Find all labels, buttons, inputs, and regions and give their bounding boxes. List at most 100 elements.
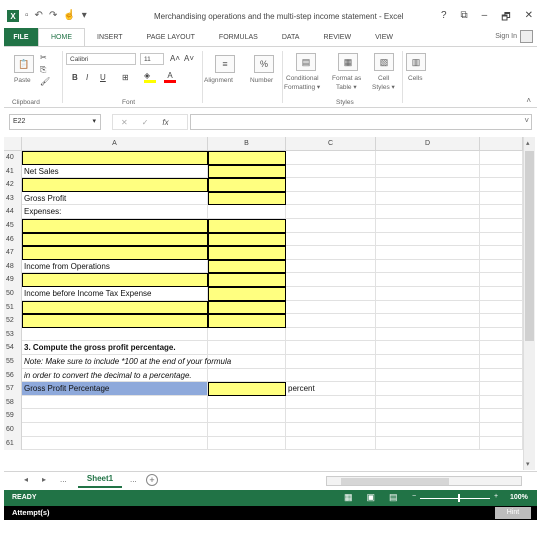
cell-e[interactable] [480,219,523,233]
formatting-label[interactable]: Formatting ▾ [284,83,320,91]
cell-b[interactable] [208,327,286,342]
cell-b[interactable] [208,395,286,410]
cell-e[interactable] [480,300,523,315]
cell-c[interactable] [286,423,376,437]
cell-c[interactable] [286,219,376,233]
cell-d[interactable] [376,178,480,192]
row-header[interactable]: 55 [4,355,22,369]
cell-c[interactable] [286,409,376,423]
cell-a[interactable] [22,300,208,315]
cell-e[interactable] [480,423,523,437]
row-header[interactable]: 60 [4,423,22,437]
cell-a[interactable] [22,327,208,342]
cell-c[interactable] [286,395,376,410]
column-header-a[interactable]: A [22,137,208,151]
row-header[interactable]: 41 [4,164,22,179]
chevron-down-icon[interactable]: ▾ [92,115,96,129]
row-header[interactable]: 40 [4,151,22,165]
customize-qat-icon[interactable]: ▾ [82,10,87,22]
format-as-table-icon[interactable]: ▦ [338,53,358,71]
cell-d[interactable] [376,219,480,233]
cell-a[interactable] [22,423,208,437]
borders-icon[interactable]: ⊞ [122,73,129,82]
cell-a[interactable]: Income from Operations [22,259,208,274]
cell-d[interactable] [376,423,480,437]
cell-d[interactable] [376,436,480,451]
tab-view[interactable]: VIEW [363,28,405,46]
cell-a[interactable] [22,395,208,410]
cut-icon[interactable]: ✂ [40,53,47,62]
cell-d[interactable] [376,246,480,260]
cell-b[interactable] [208,164,286,179]
cell-d[interactable] [376,273,480,287]
row-header[interactable]: 50 [4,287,22,301]
cell-a[interactable]: in order to convert the decimal to a per… [22,368,208,383]
column-header-e[interactable] [480,137,523,151]
bold-button[interactable]: B [72,73,78,82]
restore-icon[interactable]: 🗗 [501,10,510,27]
cell-a[interactable] [22,314,208,328]
cell-a[interactable] [22,232,208,247]
cell-a[interactable] [22,178,208,192]
cell-d[interactable] [376,355,480,369]
cell-b[interactable] [208,205,286,219]
copy-icon[interactable]: ⎘ [40,65,46,75]
cell-b[interactable] [208,355,286,369]
row-header[interactable]: 49 [4,273,22,287]
cell-a[interactable]: Gross Profit Percentage [22,382,208,396]
worksheet-grid[interactable]: A B C D 40 41 Net Sales 42 43 Gross Profit 44 E… [4,137,523,470]
cell-d[interactable] [376,341,480,355]
close-icon[interactable]: ✕ [525,10,533,27]
row-header[interactable]: 45 [4,219,22,233]
redo-icon[interactable]: ↷ [49,10,57,22]
row-header[interactable]: 46 [4,232,22,247]
tab-file[interactable]: FILE [4,28,38,46]
cell-b[interactable] [208,178,286,192]
row-header[interactable]: 54 [4,341,22,355]
cell-b[interactable] [208,259,286,274]
touch-mode-icon[interactable]: ☝ [63,10,75,22]
cell-b[interactable] [208,273,286,287]
cell-a[interactable]: Income before Income Tax Expense [22,287,208,301]
cell-b[interactable] [208,287,286,301]
row-header[interactable]: 52 [4,314,22,328]
cell-e[interactable] [480,273,523,287]
zoom-in-icon[interactable]: + [494,493,498,500]
row-header[interactable]: 48 [4,259,22,274]
cell-c[interactable] [286,355,376,369]
cell-a[interactable] [22,273,208,287]
fill-color-icon[interactable]: ◈ [144,71,156,83]
cell-c[interactable] [286,273,376,287]
cell-d[interactable] [376,300,480,315]
italic-button[interactable]: I [86,73,88,82]
scroll-down-icon[interactable]: ▾ [526,460,530,468]
cell-e[interactable] [480,314,523,328]
underline-button[interactable]: U [100,73,106,82]
cell-c[interactable] [286,164,376,179]
more-sheets-right[interactable]: ... [130,475,137,484]
cell-c[interactable] [286,436,376,451]
font-name-select[interactable]: Calibri [66,53,136,65]
cell-e[interactable] [480,191,523,206]
row-header[interactable]: 57 [4,382,22,396]
cell-d[interactable] [376,395,480,410]
cell-b[interactable] [208,409,286,423]
number-button[interactable]: Number [250,77,273,84]
normal-view-icon[interactable]: ▦ [344,492,353,503]
insert-function-button[interactable]: fx [162,118,168,127]
row-header[interactable]: 51 [4,300,22,315]
grow-font-icon[interactable]: A˄ [170,54,180,63]
cell-c[interactable] [286,178,376,192]
format-painter-icon[interactable]: 🖌 [40,77,50,86]
page-layout-view-icon[interactable]: ▣ [367,492,376,503]
font-color-icon[interactable]: A [164,71,176,83]
tab-insert[interactable]: INSERT [85,28,135,46]
cell-c[interactable] [286,314,376,328]
row-header[interactable]: 58 [4,395,22,410]
cell-a[interactable]: Gross Profit [22,191,208,206]
zoom-out-icon[interactable]: − [412,493,416,500]
cell-d[interactable] [376,191,480,206]
help-icon[interactable]: ? [441,10,447,27]
zoom-slider[interactable] [420,498,490,499]
formula-input[interactable] [190,114,532,130]
